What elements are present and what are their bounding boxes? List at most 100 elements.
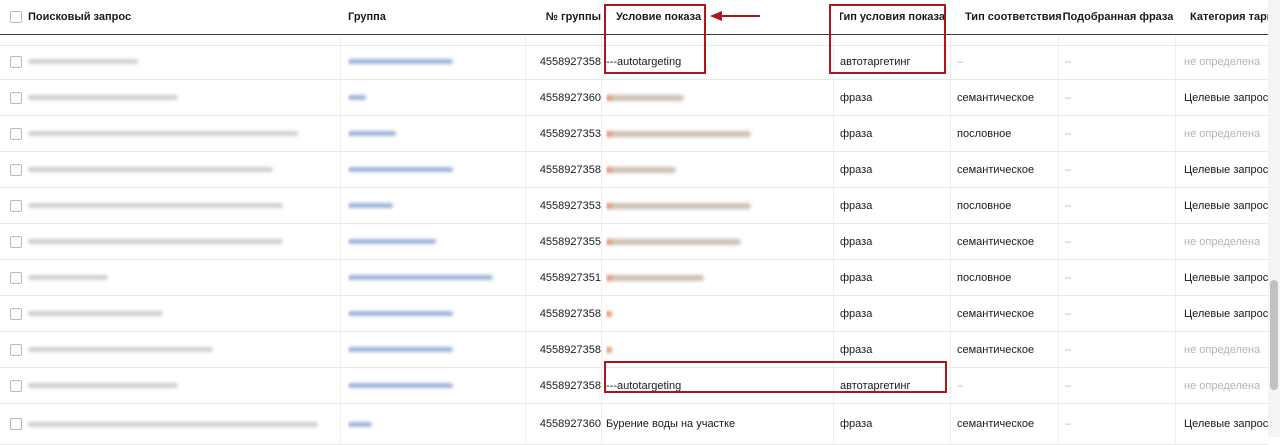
header-query-label: Поисковый запрос [28, 11, 132, 23]
redacted-query [28, 95, 178, 100]
header-match-type[interactable]: Тип соответствия [965, 0, 1065, 34]
row-checkbox[interactable] [10, 418, 22, 430]
table-row[interactable]: 4558927355 фраза семантическое – не опре… [0, 224, 1268, 260]
vertical-scrollbar[interactable] [1268, 0, 1280, 437]
redacted-group [348, 275, 493, 280]
row-checkbox[interactable] [10, 235, 22, 248]
condition-type: фраза [840, 271, 873, 284]
group-link[interactable] [348, 224, 518, 259]
category: Целевые запросы [1184, 418, 1268, 430]
header-group[interactable]: Группа [348, 0, 518, 34]
condition-text: ---autotargeting [606, 379, 682, 392]
condition-text: ---autotargeting [606, 55, 682, 68]
table-row[interactable]: 4558927360 фраза семантическое – Целевые… [0, 80, 1268, 116]
query-cell [10, 152, 332, 187]
row-checkbox[interactable] [10, 307, 22, 320]
table-row[interactable]: 4558927360 Бурение воды на участке фраза… [0, 404, 1268, 445]
matched-phrase: – [1065, 199, 1072, 212]
category: Целевые запросы [1184, 307, 1268, 320]
condition-type: фраза [840, 199, 873, 212]
table-row[interactable]: 4558927358 ---autotargeting автотаргетин… [0, 368, 1268, 404]
row-checkbox[interactable] [10, 91, 22, 104]
condition-cell: Бурение воды на участке [606, 404, 831, 444]
query-cell [10, 404, 332, 444]
row-checkbox[interactable] [10, 271, 22, 284]
condition-type: фраза [840, 418, 873, 430]
group-number: 4558927360 [539, 418, 601, 430]
group-number: 4558927360 [539, 91, 601, 104]
arrow-left-icon [710, 11, 760, 21]
header-condition-type[interactable]: Тип условия показа [840, 0, 945, 34]
table-row[interactable]: 4558927358 ---autotargeting автотаргетин… [0, 44, 1268, 80]
column-divider [833, 36, 834, 445]
header-matched-phrase[interactable]: Подобранная фраза [1063, 0, 1173, 34]
group-link[interactable] [348, 188, 518, 223]
category: Целевые запросы [1184, 163, 1268, 176]
row-checkbox[interactable] [10, 343, 22, 356]
table-row[interactable]: 4558927353 фраза пословное – Целевые зап… [0, 188, 1268, 224]
row-checkbox[interactable] [10, 55, 22, 68]
group-link[interactable] [348, 116, 518, 151]
scrollbar-thumb[interactable] [1270, 280, 1278, 390]
redacted-condition [606, 274, 704, 281]
category: не определена [1184, 343, 1261, 356]
redacted-query [28, 311, 163, 316]
match-type: пословное [957, 271, 1012, 284]
group-number: 4558927353 [539, 127, 601, 140]
row-checkbox[interactable] [10, 163, 22, 176]
group-link[interactable] [348, 332, 518, 367]
category: не определена [1184, 127, 1261, 140]
table-row[interactable]: 4558927353 фраза пословное – не определе… [0, 116, 1268, 152]
column-divider [1058, 36, 1059, 445]
header-category[interactable]: Категория тарге [1190, 0, 1274, 34]
column-divider [950, 36, 951, 445]
query-cell [10, 332, 332, 367]
condition-cell [606, 332, 831, 367]
matched-phrase: – [1065, 307, 1072, 320]
group-link[interactable] [348, 44, 518, 79]
group-number: 4558927358 [539, 379, 601, 392]
matched-phrase: – [1065, 271, 1072, 284]
redacted-query [28, 167, 273, 172]
row-checkbox[interactable] [10, 199, 22, 212]
header-group-no[interactable]: № группы [533, 0, 601, 34]
category: Целевые запросы [1184, 271, 1268, 284]
matched-phrase: – [1065, 418, 1072, 430]
query-cell [10, 368, 332, 403]
select-all-checkbox[interactable] [10, 11, 22, 23]
row-checkbox[interactable] [10, 379, 22, 392]
group-number: 4558927358 [539, 343, 601, 356]
redacted-group [348, 239, 436, 244]
table-row[interactable]: 4558927358 фраза семантическое – не опре… [0, 332, 1268, 368]
condition-type: автотаргетинг [840, 379, 911, 392]
table-row[interactable]: 4558927358 фраза семантическое – Целевые… [0, 296, 1268, 332]
redacted-condition [606, 94, 684, 101]
group-link[interactable] [348, 368, 518, 403]
redacted-query [28, 275, 108, 280]
redacted-query [28, 131, 298, 136]
header-query[interactable]: Поисковый запрос [10, 0, 332, 34]
redacted-group [348, 347, 453, 352]
category: Целевые запросы [1184, 199, 1268, 212]
row-checkbox[interactable] [10, 127, 22, 140]
redacted-query [28, 203, 283, 208]
group-link[interactable] [348, 152, 518, 187]
condition-cell: ---autotargeting [606, 368, 831, 403]
group-link[interactable] [348, 80, 518, 115]
matched-phrase: – [1065, 127, 1072, 140]
matched-phrase: – [1065, 235, 1072, 248]
redacted-query [28, 347, 213, 352]
match-type: семантическое [957, 163, 1035, 176]
column-divider [601, 36, 602, 445]
category: Целевые запросы [1184, 91, 1268, 104]
group-link[interactable] [348, 260, 518, 295]
group-number: 4558927351 [539, 271, 601, 284]
query-cell [10, 116, 332, 151]
table-row[interactable]: 4558927358 фраза семантическое – Целевые… [0, 152, 1268, 188]
matched-phrase: – [1065, 55, 1072, 68]
group-link[interactable] [348, 296, 518, 331]
group-link[interactable] [348, 404, 518, 444]
table-row[interactable]: 4558927351 фраза пословное – Целевые зап… [0, 260, 1268, 296]
redacted-query [28, 239, 283, 244]
condition-cell [606, 152, 831, 187]
